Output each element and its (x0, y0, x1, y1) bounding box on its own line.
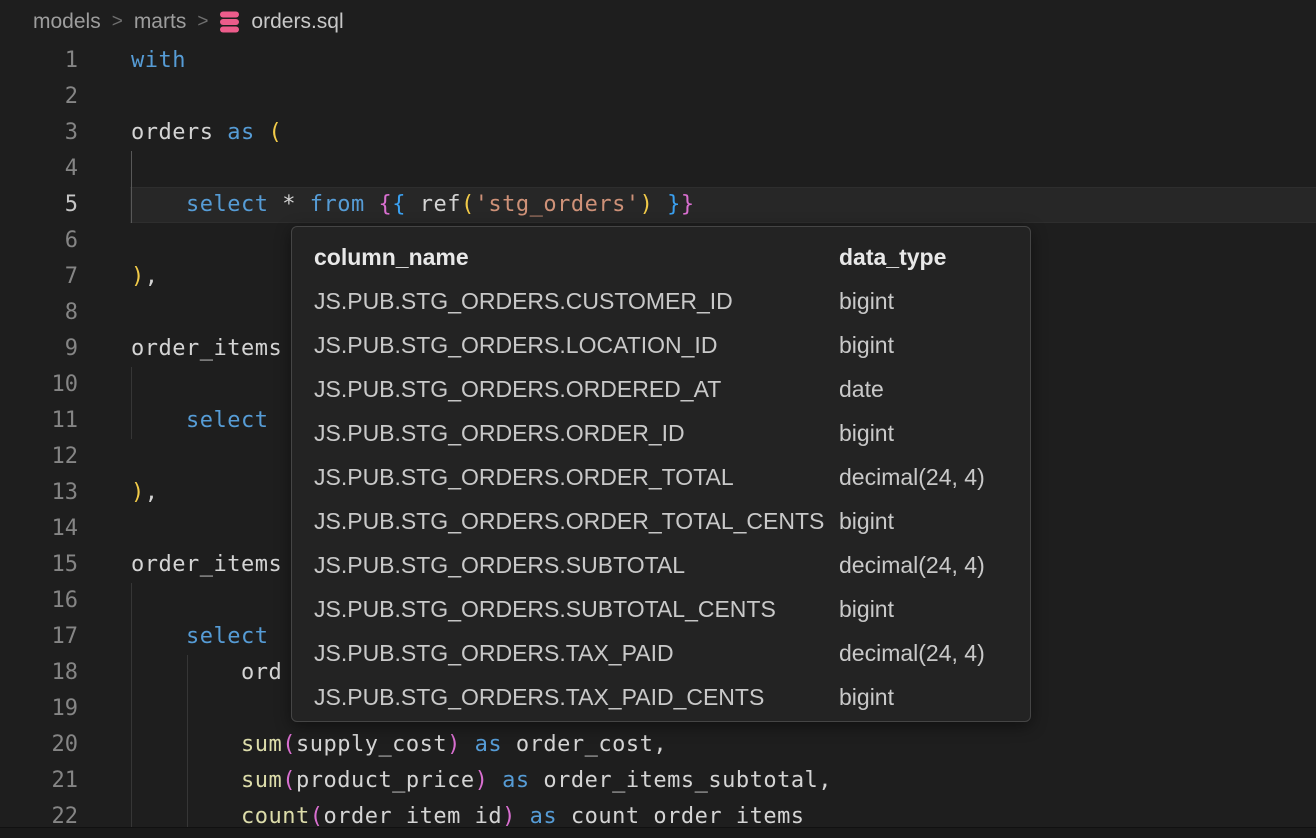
line-number[interactable]: 13 (0, 475, 78, 511)
line-number[interactable]: 3 (0, 115, 78, 151)
popup-data-type: decimal(24, 4) (839, 631, 985, 675)
indent-guide (131, 367, 132, 439)
line-number[interactable]: 16 (0, 583, 78, 619)
popup-header-column-name: column_name (314, 235, 469, 279)
code-line-1[interactable]: 1 with (0, 43, 1316, 79)
line-number[interactable]: 5 (0, 187, 78, 223)
popup-data-type: bigint (839, 499, 894, 543)
popup-column-name: JS.PUB.STG_ORDERS.SUBTOTAL (314, 543, 685, 587)
breadcrumb-item-file[interactable]: orders.sql (251, 10, 343, 34)
popup-row: JS.PUB.STG_ORDERS.ORDERED_AT date (292, 367, 1030, 411)
popup-row: JS.PUB.STG_ORDERS.TAX_PAID_CENTS bigint (292, 675, 1030, 719)
code-text: ), (131, 259, 159, 295)
popup-data-type: date (839, 367, 884, 411)
popup-data-type: bigint (839, 587, 894, 631)
popup-header-data-type: data_type (839, 235, 946, 279)
popup-rows: JS.PUB.STG_ORDERS.CUSTOMER_IDbigintJS.PU… (292, 279, 1030, 719)
line-number[interactable]: 1 (0, 43, 78, 79)
indent-guide-active (131, 151, 132, 223)
popup-column-name: JS.PUB.STG_ORDERS.CUSTOMER_ID (314, 279, 733, 323)
popup-header-row: column_name data_type (292, 235, 1030, 279)
line-number[interactable]: 4 (0, 151, 78, 187)
line-number[interactable]: 19 (0, 691, 78, 727)
indent-guide (131, 583, 132, 835)
line-number[interactable]: 14 (0, 511, 78, 547)
popup-data-type: bigint (839, 411, 894, 455)
line-number[interactable]: 9 (0, 331, 78, 367)
code-text: select * from {{ ref('stg_orders') }} (131, 187, 695, 223)
popup-row: JS.PUB.STG_ORDERS.ORDER_TOTAL decimal(24,… (292, 455, 1030, 499)
line-number[interactable]: 12 (0, 439, 78, 475)
code-text: select (131, 403, 268, 439)
code-line-21[interactable]: 21 sum(product_price) as order_items_sub… (0, 763, 1316, 799)
popup-data-type: bigint (839, 323, 894, 367)
popup-data-type: decimal(24, 4) (839, 455, 985, 499)
popup-column-name: JS.PUB.STG_ORDERS.TAX_PAID_CENTS (314, 675, 764, 719)
code-line-3[interactable]: 3 orders as ( (0, 115, 1316, 151)
indent-guide (187, 655, 188, 835)
line-number[interactable]: 17 (0, 619, 78, 655)
code-line-20[interactable]: 20 sum(supply_cost) as order_cost, (0, 727, 1316, 763)
code-text: sum(product_price) as order_items_subtot… (131, 763, 832, 799)
line-number[interactable]: 10 (0, 367, 78, 403)
breadcrumb-item-models[interactable]: models (33, 10, 101, 34)
code-line-5[interactable]: 5 select * from {{ ref('stg_orders') }} (0, 187, 1316, 223)
popup-data-type: bigint (839, 279, 894, 323)
popup-column-name: JS.PUB.STG_ORDERS.ORDER_TOTAL_CENTS (314, 499, 824, 543)
popup-column-name: JS.PUB.STG_ORDERS.LOCATION_ID (314, 323, 717, 367)
breadcrumb: models > marts > orders.sql (0, 0, 1316, 43)
code-text: select (131, 619, 268, 655)
popup-row: JS.PUB.STG_ORDERS.SUBTOTAL decimal(24, 4) (292, 543, 1030, 587)
hover-table-popup: column_name data_type JS.PUB.STG_ORDERS.… (291, 226, 1031, 722)
code-text: order_items (131, 547, 282, 583)
code-text: order_items (131, 331, 282, 367)
popup-row: JS.PUB.STG_ORDERS.LOCATION_ID bigint (292, 323, 1030, 367)
line-number[interactable]: 6 (0, 223, 78, 259)
popup-column-name: JS.PUB.STG_ORDERS.ORDER_ID (314, 411, 685, 455)
code-text: ), (131, 475, 159, 511)
line-number[interactable]: 20 (0, 727, 78, 763)
popup-column-name: JS.PUB.STG_ORDERS.ORDERED_AT (314, 367, 721, 411)
chevron-right-icon: > (112, 11, 123, 33)
popup-column-name: JS.PUB.STG_ORDERS.SUBTOTAL_CENTS (314, 587, 776, 631)
popup-row: JS.PUB.STG_ORDERS.ORDER_ID bigint (292, 411, 1030, 455)
code-line-2[interactable]: 2 (0, 79, 1316, 115)
line-number[interactable]: 2 (0, 79, 78, 115)
code-text: sum(supply_cost) as order_cost, (131, 727, 667, 763)
popup-data-type: decimal(24, 4) (839, 543, 985, 587)
breadcrumb-item-marts[interactable]: marts (134, 10, 187, 34)
popup-row: JS.PUB.STG_ORDERS.SUBTOTAL_CENTS bigint (292, 587, 1030, 631)
line-number[interactable]: 7 (0, 259, 78, 295)
popup-column-name: JS.PUB.STG_ORDERS.TAX_PAID (314, 631, 674, 675)
popup-row: JS.PUB.STG_ORDERS.ORDER_TOTAL_CENTS bigin… (292, 499, 1030, 543)
code-text: ord (131, 655, 282, 691)
bottom-panel-edge (0, 827, 1316, 838)
code-text: with (131, 43, 186, 79)
line-number[interactable]: 21 (0, 763, 78, 799)
popup-column-name: JS.PUB.STG_ORDERS.ORDER_TOTAL (314, 455, 734, 499)
code-text: orders as ( (131, 115, 282, 151)
code-line-4[interactable]: 4 (0, 151, 1316, 187)
chevron-right-icon: > (197, 11, 208, 33)
popup-data-type: bigint (839, 675, 894, 719)
line-number[interactable]: 15 (0, 547, 78, 583)
line-number[interactable]: 18 (0, 655, 78, 691)
popup-row: JS.PUB.STG_ORDERS.CUSTOMER_ID bigint (292, 279, 1030, 323)
popup-row: JS.PUB.STG_ORDERS.TAX_PAID decimal(24, 4) (292, 631, 1030, 675)
line-number[interactable]: 8 (0, 295, 78, 331)
database-icon (219, 10, 240, 34)
line-number[interactable]: 11 (0, 403, 78, 439)
